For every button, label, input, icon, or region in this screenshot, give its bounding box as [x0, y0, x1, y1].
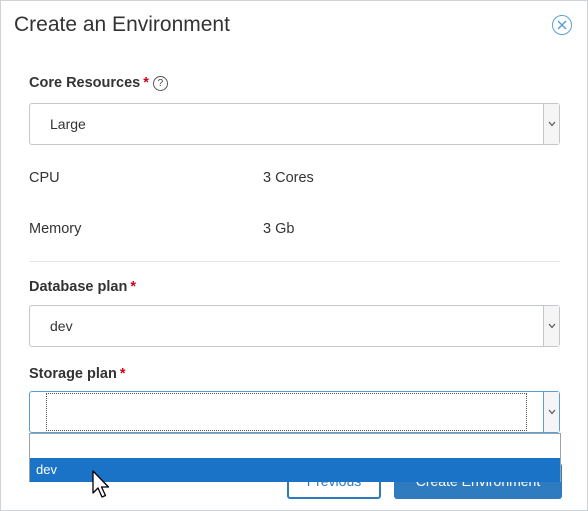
required-mark: * — [130, 279, 136, 295]
dialog-title: Create an Environment — [14, 13, 230, 36]
cpu-value: 3 Cores — [263, 170, 314, 186]
database-plan-label: Database plan * — [29, 279, 136, 295]
required-mark: * — [143, 75, 149, 91]
section-divider — [29, 261, 560, 262]
core-resources-select[interactable]: Large — [29, 103, 560, 145]
storage-plan-option-empty[interactable] — [30, 434, 560, 458]
help-icon[interactable]: ? — [152, 76, 168, 91]
core-resources-label-text: Core Resources — [29, 75, 141, 91]
chevron-down-icon[interactable] — [543, 104, 559, 144]
database-plan-value: dev — [50, 318, 73, 334]
close-icon — [557, 20, 567, 30]
storage-plan-focus-ring — [46, 393, 527, 431]
memory-value: 3 Gb — [263, 221, 295, 237]
storage-plan-label: Storage plan * — [29, 366, 125, 382]
required-mark: * — [119, 366, 126, 382]
chevron-down-icon[interactable] — [543, 306, 559, 346]
create-environment-dialog: Create an Environment Core Resources *? L… — [0, 0, 588, 511]
cpu-label: CPU — [29, 170, 60, 186]
database-plan-select[interactable]: dev — [29, 305, 560, 347]
storage-plan-label-text: Storage plan — [29, 366, 117, 382]
memory-label: Memory — [29, 221, 82, 237]
database-plan-label-text: Database plan — [29, 279, 128, 295]
storage-plan-select[interactable] — [29, 391, 560, 433]
close-button[interactable] — [552, 15, 572, 35]
core-resources-label: Core Resources *? — [29, 75, 168, 91]
mouse-cursor-icon — [92, 470, 110, 498]
core-resources-value: Large — [50, 116, 86, 132]
chevron-down-icon[interactable] — [543, 392, 559, 432]
